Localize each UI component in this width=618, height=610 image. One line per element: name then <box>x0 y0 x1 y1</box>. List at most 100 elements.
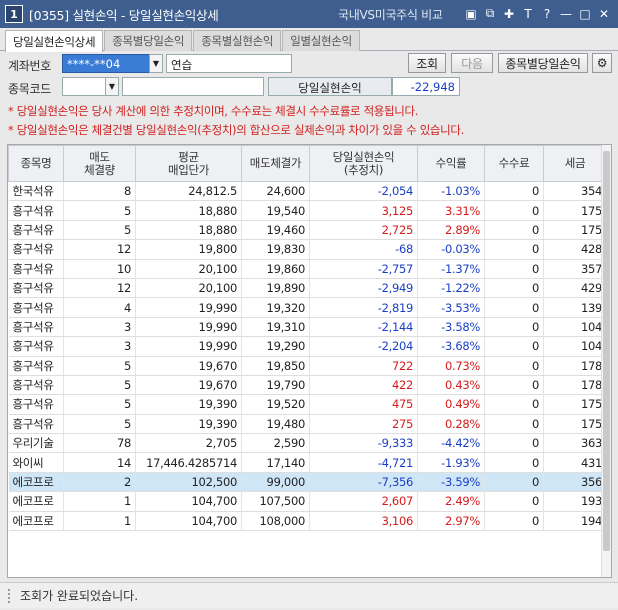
stock-code-input[interactable] <box>62 77 106 96</box>
account-number-field[interactable]: ****-**04 <box>62 54 150 73</box>
column-header[interactable]: 평균 매입단가 <box>135 145 242 182</box>
tab-3[interactable]: 종목별실현손익 <box>193 30 282 51</box>
maximize-icon[interactable]: □ <box>577 5 593 22</box>
daily-pnl-label: 당일실현손익 <box>268 77 392 96</box>
column-header[interactable]: 종목명 <box>8 145 64 182</box>
close-icon[interactable]: ✕ <box>596 5 612 22</box>
table-cell: 24,600 <box>241 181 310 202</box>
table-cell: 19,540 <box>241 200 310 221</box>
table-cell: 20,100 <box>135 278 242 299</box>
table-cell: 19,890 <box>241 278 310 299</box>
column-header[interactable]: 세금 <box>543 145 607 182</box>
scrollbar-thumb[interactable] <box>603 151 610 551</box>
table-cell: -0.03% <box>417 239 485 260</box>
table-cell: 2,705 <box>135 433 242 454</box>
column-header[interactable]: 수수료 <box>484 145 544 182</box>
table-row[interactable]: 에코프로 2 102,500 99,000 -7,356 -3.59% 0 356 <box>8 472 607 493</box>
table-cell: 19,480 <box>241 414 310 435</box>
table-cell: 0 <box>484 220 544 241</box>
table-cell: 0 <box>484 259 544 279</box>
table-row[interactable]: 흥구석유 5 19,670 19,790 422 0.43% 0 178 <box>8 375 607 396</box>
table-cell: 3 <box>63 317 136 338</box>
copy-icon[interactable]: ⧉ <box>482 5 498 22</box>
font-icon[interactable]: T <box>520 5 536 22</box>
minimize-icon[interactable]: — <box>558 5 574 22</box>
table-row[interactable]: 흥구석유 3 19,990 19,310 -2,144 -3.58% 0 104 <box>8 317 607 338</box>
table-cell: 0 <box>484 394 544 415</box>
settings-button[interactable]: ⚙ <box>592 53 612 73</box>
table-cell: 363 <box>543 433 607 454</box>
compare-link[interactable]: 국내VS미국주식 비교 <box>338 6 443 23</box>
table-cell: 107,500 <box>241 491 310 512</box>
table-cell: 0 <box>484 375 544 396</box>
table-body: 한국석유 8 24,812.5 24,600 -2,054 -1.03% 0 354 흥구석유 5… <box>8 181 607 532</box>
table-cell: 431 <box>543 452 607 473</box>
table-cell: -1.22% <box>417 278 485 299</box>
table-cell: 0 <box>484 491 544 512</box>
table-cell: 194 <box>543 511 607 532</box>
notice-line-1: * 당일실현손익은 당사 계산에 의한 추정치이며, 수수료는 체결시 수수료률… <box>8 104 419 118</box>
table-row[interactable]: 흥구석유 5 19,390 19,480 275 0.28% 0 175 <box>8 414 607 435</box>
table-cell: 19,390 <box>135 414 242 435</box>
table-cell: 5 <box>63 375 136 396</box>
table-row[interactable]: 흥구석유 5 19,390 19,520 475 0.49% 0 175 <box>8 394 607 415</box>
table-row[interactable]: 에코프로 1 104,700 108,000 3,106 2.97% 0 194 <box>8 511 607 532</box>
table-cell: 0 <box>484 278 544 299</box>
next-button[interactable]: 다음 <box>451 53 493 73</box>
table-row[interactable]: 흥구석유 10 20,100 19,860 -2,757 -1.37% 0 357 <box>8 259 607 279</box>
table-cell: 흥구석유 <box>8 278 64 299</box>
table-cell: 0 <box>484 414 544 435</box>
window-icon[interactable]: ▣ <box>463 5 479 22</box>
account-dropdown-button[interactable]: ▼ <box>149 54 163 73</box>
column-header[interactable]: 당일실현손익 (추정치) <box>309 145 418 182</box>
tab-2[interactable]: 종목별당일손익 <box>104 30 193 51</box>
table-cell: 2 <box>63 472 136 493</box>
table-cell: -68 <box>309 239 418 260</box>
table-row[interactable]: 흥구석유 4 19,990 19,320 -2,819 -3.53% 0 139 <box>8 297 607 318</box>
column-header[interactable]: 매도체결가 <box>241 145 310 182</box>
table-cell: 104 <box>543 336 607 357</box>
table-cell: 357 <box>543 259 607 279</box>
vertical-scrollbar[interactable] <box>601 145 611 577</box>
table-cell: 0.73% <box>417 356 485 376</box>
table-cell: 흥구석유 <box>8 375 64 396</box>
table-cell: 2.97% <box>417 511 485 532</box>
table-row[interactable]: 에코프로 1 104,700 107,500 2,607 2.49% 0 193 <box>8 491 607 512</box>
by-stock-daily-pnl-button[interactable]: 종목별당일손익 <box>498 53 588 73</box>
table-cell: 19,290 <box>241 336 310 357</box>
table-cell: 19,390 <box>135 394 242 415</box>
table-row[interactable]: 우리기술 78 2,705 2,590 -9,333 -4.42% 0 363 <box>8 433 607 454</box>
table-cell: 1 <box>63 511 136 532</box>
table-cell: 0.49% <box>417 394 485 415</box>
table-cell: 2,725 <box>309 220 418 241</box>
stock-code-dropdown-button[interactable]: ▼ <box>105 77 119 96</box>
table-row[interactable]: 흥구석유 5 18,880 19,540 3,125 3.31% 0 175 <box>8 200 607 221</box>
table-cell: 18,880 <box>135 200 242 221</box>
table-row[interactable]: 흥구석유 3 19,990 19,290 -2,204 -3.68% 0 104 <box>8 336 607 357</box>
table-row[interactable]: 흥구석유 5 19,670 19,850 722 0.73% 0 178 <box>8 356 607 376</box>
column-header[interactable]: 매도 체결량 <box>63 145 136 182</box>
tab-1[interactable]: 당일실현손익상세 <box>5 30 104 52</box>
pin-icon[interactable]: ✚ <box>501 5 517 22</box>
column-header[interactable]: 수익률 <box>417 145 485 182</box>
table-row[interactable]: 흥구석유 12 20,100 19,890 -2,949 -1.22% 0 429 <box>8 278 607 299</box>
table-cell: 3 <box>63 336 136 357</box>
table-cell: 4 <box>63 297 136 318</box>
table-cell: 2,590 <box>241 433 310 454</box>
table-cell: 흥구석유 <box>8 317 64 338</box>
help-icon[interactable]: ? <box>539 5 555 22</box>
table-cell: -4.42% <box>417 433 485 454</box>
table-row[interactable]: 흥구석유 5 18,880 19,460 2,725 2.89% 0 175 <box>8 220 607 241</box>
account-label: 계좌번호 <box>8 59 51 73</box>
table-cell: 422 <box>309 375 418 396</box>
table-row[interactable]: 흥구석유 12 19,800 19,830 -68 -0.03% 0 428 <box>8 239 607 260</box>
table-row[interactable]: 한국석유 8 24,812.5 24,600 -2,054 -1.03% 0 354 <box>8 181 607 202</box>
chevron-down-icon: ▼ <box>108 82 116 91</box>
table-cell: -4,721 <box>309 452 418 473</box>
table-row[interactable]: 와이씨 14 17,446.4285714 17,140 -4,721 -1.93% 0 43… <box>8 452 607 473</box>
table-cell: 475 <box>309 394 418 415</box>
query-button[interactable]: 조회 <box>408 53 446 73</box>
table-cell: 102,500 <box>135 472 242 493</box>
table-cell: 19,320 <box>241 297 310 318</box>
tab-4[interactable]: 일별실현손익 <box>282 30 360 51</box>
